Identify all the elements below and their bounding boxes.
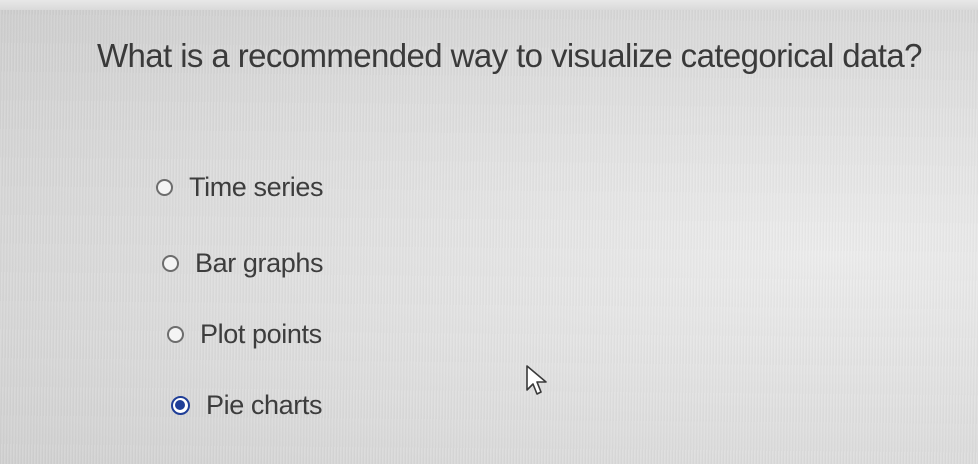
radio-button-unchecked[interactable] [162,254,179,272]
option-label: Pie charts [206,390,323,420]
option-label: Bar graphs [195,248,324,278]
radio-button-unchecked[interactable] [167,325,184,343]
arrow-cursor-icon [526,365,547,395]
option-pie-charts[interactable]: Pie charts [171,388,322,422]
answer-options: Time series Bar graphs Plot points Pie c… [0,0,978,464]
option-time-series[interactable]: Time series [156,170,324,204]
radio-button-checked[interactable] [171,395,190,415]
option-plot-points[interactable]: Plot points [167,317,322,351]
option-bar-graphs[interactable]: Bar graphs [162,246,323,280]
option-label: Time series [189,172,324,202]
option-label: Plot points [200,319,322,349]
radio-button-unchecked[interactable] [156,178,173,196]
